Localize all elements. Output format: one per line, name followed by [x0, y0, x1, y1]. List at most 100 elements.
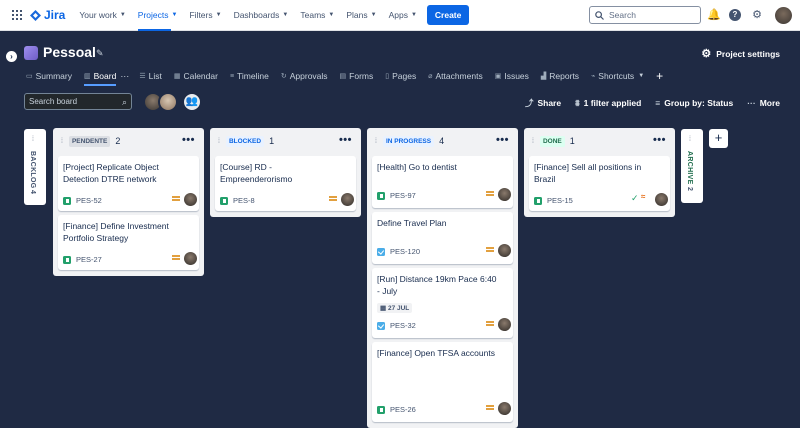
- archive-label: ARCHIVE: [686, 151, 693, 185]
- issue-card[interactable]: [Health] Go to dentist PES-97: [372, 156, 513, 208]
- nav-projects[interactable]: Projects ▼: [137, 0, 178, 31]
- column-status-label: DONE: [539, 135, 565, 147]
- nav-apps[interactable]: Apps ▼: [389, 0, 417, 31]
- column-status-label: PENDENTE: [68, 135, 111, 147]
- issue-card[interactable]: [Finance] Define Investment Portfolio St…: [58, 215, 199, 270]
- issue-key: PES-97: [390, 191, 416, 200]
- card-title: [Finance] Sell all positions in Brazil: [534, 162, 642, 184]
- issue-card[interactable]: [Finance] Open TFSA accounts PES-26: [372, 342, 513, 422]
- tab-list[interactable]: ☰ List: [139, 71, 162, 81]
- tab-reports[interactable]: ▟ Reports: [541, 71, 579, 81]
- attachment-icon: ⌀: [428, 73, 433, 80]
- column-status-label: BLOCKED: [225, 135, 265, 147]
- issue-card[interactable]: [Finance] Sell all positions in Brazil P…: [529, 156, 670, 211]
- tab-shortcuts[interactable]: ⌁ Shortcuts ▼: [591, 71, 644, 81]
- more-button[interactable]: ··· More: [747, 98, 780, 108]
- archive-rail[interactable]: ⁞ ARCHIVE 2: [681, 129, 703, 203]
- issue-card[interactable]: [Course] RD - Empreenderorismo PES-8: [215, 156, 356, 211]
- settings-gear-icon[interactable]: ⚙: [751, 9, 763, 21]
- tab-more-icon[interactable]: ···: [120, 71, 129, 81]
- assignee-avatar[interactable]: [184, 193, 197, 206]
- drag-handle-icon[interactable]: ⁞: [375, 138, 377, 145]
- create-button[interactable]: Create: [426, 5, 470, 25]
- add-people-icon[interactable]: 👥: [182, 92, 202, 112]
- assignee-avatar[interactable]: [498, 244, 511, 257]
- assignee-avatar[interactable]: [341, 193, 354, 206]
- group-by-button[interactable]: ≡ Group by: Status: [655, 98, 733, 108]
- add-column-button[interactable]: +: [709, 129, 728, 148]
- share-button[interactable]: ⤴ Share: [525, 97, 561, 109]
- drag-handle-icon[interactable]: ⁞: [61, 138, 63, 145]
- story-icon: [63, 196, 71, 205]
- filter-button[interactable]: ⩩ 1 filter applied: [575, 98, 641, 109]
- archive-count: 2: [686, 187, 693, 192]
- help-icon[interactable]: ?: [729, 9, 741, 21]
- link-icon: ⌁: [591, 73, 596, 80]
- tab-approvals[interactable]: ↻ Approvals: [281, 71, 328, 81]
- nav-plans[interactable]: Plans ▼: [346, 0, 376, 31]
- issue-key: PES-26: [390, 405, 416, 414]
- group-icon: ≡: [655, 98, 661, 108]
- issue-card[interactable]: [Project] Replicate Object Detection DTR…: [58, 156, 199, 211]
- card-title: [Run] Distance 19km Pace 6:40 - July: [377, 274, 497, 296]
- backlog-label: BACKLOG: [29, 151, 36, 189]
- drag-handle-icon[interactable]: ⁞: [32, 136, 34, 143]
- app-switcher-icon[interactable]: [12, 10, 22, 20]
- assignee-avatar[interactable]: [498, 188, 511, 201]
- drag-handle-icon[interactable]: ⁞: [218, 138, 220, 145]
- backlog-rail[interactable]: ⁞ BACKLOG 4: [24, 129, 46, 205]
- issue-card[interactable]: Define Travel Plan PES-120: [372, 212, 513, 264]
- column-status-label: IN PROGRESS: [382, 135, 435, 147]
- timeline-icon: ≡: [229, 72, 235, 80]
- nav-your-work[interactable]: Your work ▼: [79, 0, 125, 31]
- search-board-input[interactable]: Search board ⌕: [24, 93, 132, 110]
- priority-medium-icon: [172, 255, 180, 261]
- tab-calendar[interactable]: ▦ Calendar: [174, 71, 218, 81]
- tab-board[interactable]: ▥ Board: [84, 71, 117, 86]
- issue-key: PES-8: [233, 196, 255, 205]
- chevron-down-icon: ▼: [171, 12, 178, 18]
- column-more-icon[interactable]: •••: [339, 134, 352, 146]
- assignee-avatar[interactable]: [655, 193, 668, 206]
- tab-attachments[interactable]: ⌀ Attachments: [428, 71, 482, 81]
- user-avatar[interactable]: [775, 7, 792, 24]
- tab-issues[interactable]: ▣ Issues: [495, 71, 529, 81]
- task-icon: [377, 247, 385, 256]
- project-settings-button[interactable]: ⚙ Project settings: [701, 47, 780, 60]
- story-icon: [220, 196, 228, 205]
- column-count: 1: [569, 136, 575, 146]
- sidebar-expand-icon[interactable]: ›: [6, 51, 17, 62]
- pin-icon[interactable]: ✎: [96, 48, 104, 59]
- chevron-down-icon: ▼: [370, 12, 377, 18]
- tab-summary[interactable]: ▭ Summary: [26, 71, 72, 81]
- card-title: Define Travel Plan: [377, 218, 447, 228]
- board-area: › Pessoal ✎ ⚙ Project settings ▭ Summary ▥…: [0, 31, 800, 428]
- drag-handle-icon[interactable]: ⁞: [689, 136, 691, 143]
- tab-forms[interactable]: ▤ Forms: [340, 71, 374, 81]
- nav-dashboards[interactable]: Dashboards ▼: [234, 0, 289, 31]
- column-more-icon[interactable]: •••: [653, 134, 666, 146]
- assignee-avatar[interactable]: [184, 252, 197, 265]
- search-input[interactable]: Search: [589, 6, 701, 24]
- tab-timeline[interactable]: ≡ Timeline: [230, 71, 269, 81]
- avatar[interactable]: [158, 92, 178, 112]
- nav-filters[interactable]: Filters ▼: [189, 0, 221, 31]
- notifications-icon[interactable]: 🔔: [707, 9, 721, 21]
- priority-medium-icon: [486, 321, 494, 327]
- jira-logo[interactable]: Jira: [30, 8, 65, 22]
- add-tab-button[interactable]: +: [656, 69, 663, 83]
- card-title: [Finance] Define Investment Portfolio St…: [63, 221, 169, 243]
- pages-icon: ▯: [385, 73, 390, 80]
- column-more-icon[interactable]: •••: [496, 134, 509, 146]
- done-check-icon: ✓: [631, 193, 639, 203]
- column-more-icon[interactable]: •••: [182, 134, 195, 146]
- tab-pages[interactable]: ▯ Pages: [385, 71, 416, 81]
- assignee-avatar[interactable]: [498, 402, 511, 415]
- column-count: 4: [439, 136, 445, 146]
- nav-teams[interactable]: Teams ▼: [300, 0, 334, 31]
- issue-card[interactable]: [Run] Distance 19km Pace 6:40 - July ▦ 2…: [372, 268, 513, 338]
- column-blocked: ⁞ BLOCKED 1 ••• [Course] RD - Empreender…: [210, 128, 361, 217]
- share-icon: ⤴: [524, 98, 534, 108]
- drag-handle-icon[interactable]: ⁞: [532, 138, 534, 145]
- assignee-avatar[interactable]: [498, 318, 511, 331]
